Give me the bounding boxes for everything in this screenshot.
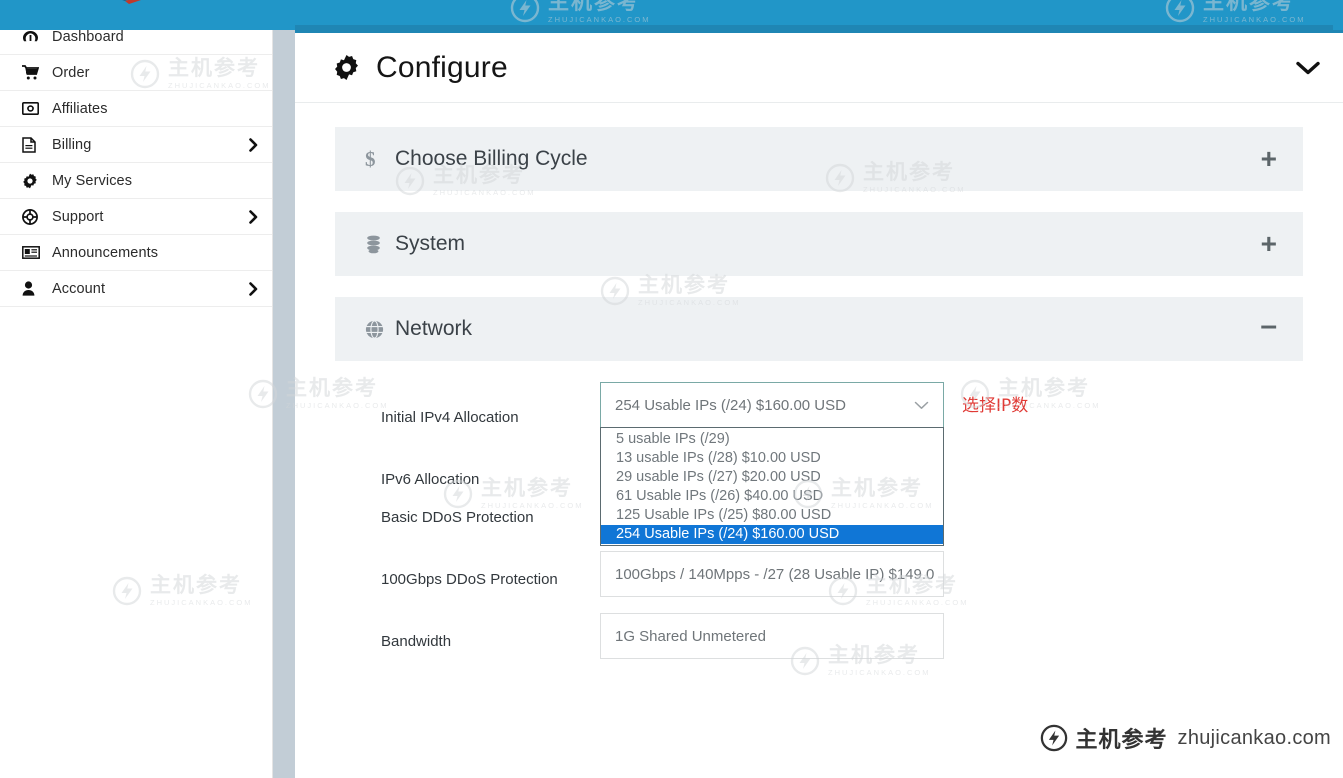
- field-label: Initial IPv4 Allocation: [381, 409, 519, 426]
- dropdown-option[interactable]: 13 usable IPs (/28) $10.00 USD: [601, 449, 943, 468]
- sidebar-item-billing[interactable]: Billing: [0, 127, 272, 163]
- sidebar-item-label: Announcements: [52, 244, 159, 261]
- field-label: Basic DDoS Protection: [381, 509, 534, 526]
- file-icon: [22, 136, 44, 153]
- sidebar-item-my-services[interactable]: My Services: [0, 163, 272, 199]
- section-title: Network: [395, 317, 473, 340]
- section-network[interactable]: Network –: [335, 297, 1303, 361]
- bandwidth-select[interactable]: 1G Shared Unmetered: [600, 613, 944, 659]
- initial-ipv4-select[interactable]: 254 Usable IPs (/24) $160.00 USD: [600, 382, 944, 428]
- section-title: Choose Billing Cycle: [395, 147, 588, 170]
- circle-bolt-icon: [1040, 724, 1068, 752]
- dropdown-option[interactable]: 61 Usable IPs (/26) $40.00 USD: [601, 487, 943, 506]
- chevron-down-icon[interactable]: [1295, 60, 1321, 76]
- money-icon: [22, 102, 44, 115]
- sidebar-item-order[interactable]: Order: [0, 55, 272, 91]
- section-expand-toggle[interactable]: +: [1261, 145, 1277, 173]
- top-bar-accent-strip: [295, 25, 1343, 33]
- sidebar-item-label: Support: [52, 208, 104, 225]
- 100gbps-ddos-control: 100Gbps / 140Mpps - /27 (28 Usable IP) $…: [600, 551, 944, 597]
- chevron-right-icon: [249, 137, 258, 152]
- dropdown-option[interactable]: 5 usable IPs (/29): [601, 430, 943, 449]
- bandwidth-control: 1G Shared Unmetered: [600, 613, 944, 659]
- lifebuoy-icon: [22, 208, 44, 225]
- gear-icon: [22, 173, 44, 189]
- sidebar-item-label: My Services: [52, 172, 133, 189]
- dropdown-option-selected[interactable]: 254 Usable IPs (/24) $160.00 USD: [601, 525, 943, 544]
- brand-domain: zhujicankao.com: [1177, 726, 1331, 749]
- section-choose-billing-cycle[interactable]: $ Choose Billing Cycle +: [335, 127, 1303, 191]
- sidebar-item-label: Affiliates: [52, 100, 108, 117]
- app-root: Dashboard Order Affiliates Billing My Se…: [0, 0, 1343, 778]
- cart-icon: [22, 65, 44, 80]
- field-label: IPv6 Allocation: [381, 471, 480, 488]
- configure-card-body: $ Choose Billing Cycle + System + Networ…: [295, 103, 1343, 674]
- sidebar-item-label: Order: [52, 64, 90, 81]
- sidebar-item-label: Billing: [52, 136, 92, 153]
- globe-icon: [365, 319, 391, 339]
- configure-card-header: Configure: [295, 33, 1343, 103]
- dollar-icon: $: [365, 146, 376, 171]
- dropdown-option[interactable]: 29 usable IPs (/27) $20.00 USD: [601, 468, 943, 487]
- sidebar-item-support[interactable]: Support: [0, 199, 272, 235]
- sidebar-item-label: Account: [52, 280, 106, 297]
- network-form: Initial IPv4 Allocation IPv6 Allocation …: [335, 382, 1303, 674]
- bandwidth-value: 1G Shared Unmetered: [615, 627, 766, 645]
- dropdown-option[interactable]: 125 Usable IPs (/25) $80.00 USD: [601, 506, 943, 525]
- page-title: Configure: [376, 50, 508, 84]
- 100gbps-ddos-select[interactable]: 100Gbps / 140Mpps - /27 (28 Usable IP) $…: [600, 551, 944, 597]
- site-logo[interactable]: [95, 0, 165, 10]
- initial-ipv4-dropdown-list[interactable]: 5 usable IPs (/29) 13 usable IPs (/28) $…: [600, 427, 944, 546]
- content-gutter: [273, 30, 295, 778]
- sidebar-item-label: Dashboard: [52, 29, 124, 45]
- sidebar-item-affiliates[interactable]: Affiliates: [0, 91, 272, 127]
- user-icon: [22, 281, 44, 296]
- chevron-down-icon[interactable]: [906, 401, 929, 410]
- field-label: Bandwidth: [381, 633, 452, 650]
- sidebar: Dashboard Order Affiliates Billing My Se…: [0, 19, 273, 778]
- main-content: Configure $ Choose Billing Cycle + Syste…: [295, 33, 1343, 778]
- ip-count-annotation: 选择IP数: [962, 396, 1029, 416]
- gear-icon: [333, 54, 360, 81]
- chevron-right-icon: [249, 281, 258, 296]
- section-expand-toggle[interactable]: +: [1261, 230, 1277, 258]
- sidebar-item-account[interactable]: Account: [0, 271, 272, 307]
- initial-ipv4-selected-value: 254 Usable IPs (/24) $160.00 USD: [615, 396, 846, 414]
- site-brand-footer: 主机参考 zhujicankao.com: [1040, 722, 1331, 754]
- database-icon: [365, 235, 391, 254]
- chevron-right-icon: [249, 209, 258, 224]
- initial-ipv4-control: 254 Usable IPs (/24) $160.00 USD 5 usabl…: [600, 382, 944, 546]
- newspaper-icon: [22, 246, 44, 259]
- top-bar-right-edge: [1333, 0, 1343, 30]
- section-collapse-toggle[interactable]: –: [1260, 311, 1277, 341]
- brand-cn: 主机参考: [1075, 728, 1168, 753]
- field-label: 100Gbps DDoS Protection: [381, 571, 558, 588]
- sidebar-item-announcements[interactable]: Announcements: [0, 235, 272, 271]
- 100gbps-ddos-value: 100Gbps / 140Mpps - /27 (28 Usable IP) $…: [615, 565, 935, 583]
- section-system[interactable]: System +: [335, 212, 1303, 276]
- section-title: System: [395, 232, 466, 255]
- dashboard-icon: [22, 30, 44, 44]
